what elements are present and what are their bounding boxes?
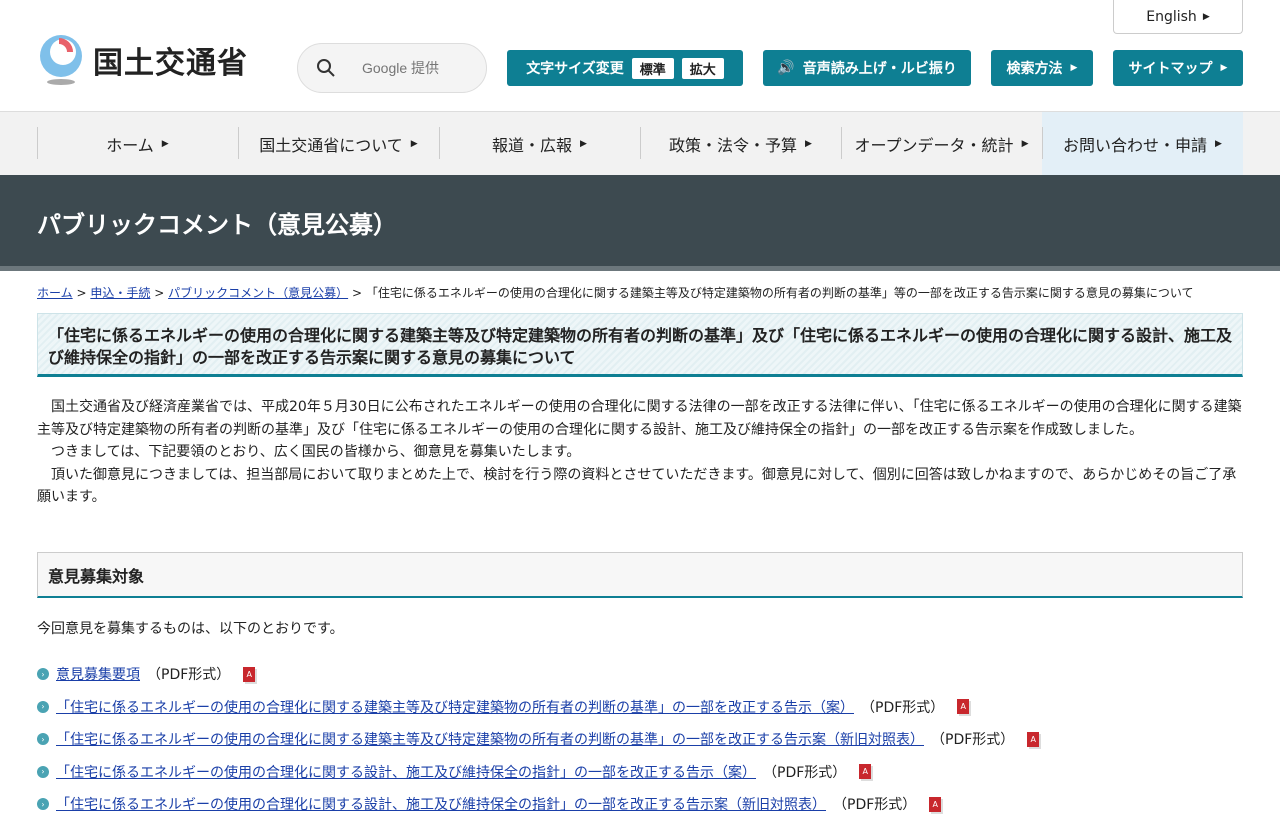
list-item: › 「住宅に係るエネルギーの使用の合理化に関する設計、施工及び維持保全の指針」の一… — [37, 756, 1039, 789]
search-method-button[interactable]: 検索方法 ▶ — [991, 50, 1093, 86]
sitemap-button[interactable]: サイトマップ ▶ — [1113, 50, 1243, 86]
chevron-bullet-icon: › — [37, 798, 49, 811]
speech-button[interactable]: 🔊 音声読み上げ・ルビ振り — [763, 50, 971, 86]
triangle-right-icon: ▶ — [1215, 138, 1222, 149]
list-item: › 「住宅に係るエネルギーの使用の合理化に関する建築主等及び特定建築物の所有者の判… — [37, 691, 1039, 724]
document-link[interactable]: 意見募集要項 — [56, 664, 140, 684]
nav-label: オープンデータ・統計 — [854, 135, 1014, 155]
nav-press[interactable]: 報道・広報 ▶ — [439, 112, 640, 175]
paragraph: 国土交通省及び経済産業省では、平成20年５月30日に公布されたエネルギーの使用の… — [37, 399, 1242, 438]
nav-label: お問い合わせ・申請 — [1063, 135, 1208, 155]
search-input[interactable] — [362, 60, 472, 76]
section-intro: 今回意見を募集するものは、以下のとおりです。 — [37, 621, 344, 637]
page-title: 「住宅に係るエネルギーの使用の合理化に関する建築主等及び特定建築物の所有者の判断… — [37, 313, 1243, 377]
triangle-right-icon: ▶ — [161, 138, 169, 149]
format-label: （PDF形式） — [861, 699, 945, 716]
paragraph: つきましては、下記要領のとおり、広く国民の皆様から、御意見を募集いたします。 — [51, 444, 581, 460]
breadcrumb-procedures[interactable]: 申込・手続 — [90, 286, 150, 300]
logo-text: 国土交通省 — [93, 46, 248, 81]
nav-opendata[interactable]: オープンデータ・統計 ▶ — [841, 112, 1042, 175]
list-item: › 「住宅に係るエネルギーの使用の合理化に関する設計、施工及び維持保全の指針」の一… — [37, 788, 1039, 821]
pdf-icon: A — [243, 666, 256, 682]
speaker-icon: 🔊 — [777, 60, 795, 76]
format-label: （PDF形式） — [931, 732, 1015, 749]
font-size-label: 文字サイズ変更 — [526, 61, 624, 77]
nav-label: 政策・法令・予算 — [669, 135, 798, 155]
breadcrumb-sep: > — [76, 286, 87, 300]
chevron-bullet-icon: › — [37, 765, 49, 778]
search-method-label: 検索方法 — [1006, 61, 1063, 77]
english-label: English — [1146, 8, 1197, 25]
english-link[interactable]: English ▶ — [1113, 0, 1243, 34]
nav-contact[interactable]: お問い合わせ・申請 ▶ — [1042, 112, 1243, 175]
triangle-right-icon: ▶ — [1070, 63, 1078, 73]
pdf-icon: A — [957, 699, 970, 715]
font-size-control: 文字サイズ変更 標準 拡大 — [507, 50, 743, 86]
triangle-right-icon: ▶ — [805, 138, 812, 149]
breadcrumb-sep: > — [154, 286, 165, 300]
triangle-right-icon: ▶ — [1021, 138, 1029, 149]
format-label: （PDF形式） — [763, 764, 847, 781]
chevron-bullet-icon: › — [37, 668, 49, 681]
pdf-icon: A — [859, 764, 872, 780]
breadcrumb-current: 「住宅に係るエネルギーの使用の合理化に関する建築主等及び特定建築物の所有者の判断… — [365, 286, 1194, 300]
nav-label: 国土交通省について — [259, 135, 403, 155]
breadcrumb-home[interactable]: ホーム — [37, 286, 73, 300]
global-nav: ホーム ▶ 国土交通省について ▶ 報道・広報 ▶ 政策・法令・予算 ▶ オープンデータ… — [0, 111, 1280, 175]
banner-title: パブリックコメント（意見公募） — [37, 211, 397, 239]
breadcrumb-sep: > — [351, 286, 362, 300]
triangle-right-icon: ▶ — [580, 138, 587, 149]
intro-text: 国土交通省及び経済産業省では、平成20年５月30日に公布されたエネルギーの使用の… — [37, 396, 1243, 509]
format-label: （PDF形式） — [833, 797, 917, 814]
nav-policy[interactable]: 政策・法令・予算 ▶ — [640, 112, 841, 175]
nav-label: 報道・広報 — [492, 135, 573, 155]
logo[interactable]: 国土交通省 — [37, 34, 248, 86]
nav-about[interactable]: 国土交通省について ▶ — [238, 112, 439, 175]
search-icon[interactable] — [316, 58, 336, 78]
list-item: › 意見募集要項 （PDF形式） A — [37, 658, 1039, 691]
mlit-logo-icon — [37, 34, 85, 86]
chevron-bullet-icon: › — [37, 733, 49, 746]
triangle-right-icon: ▶ — [410, 138, 418, 149]
chevron-bullet-icon: › — [37, 700, 49, 713]
paragraph: 頂いた御意見につきましては、担当部局において取りまとめた上で、検討を行う際の資料… — [37, 466, 1237, 506]
breadcrumb: ホーム > 申込・手続 > パブリックコメント（意見公募） > 「住宅に係るエネ… — [37, 284, 1193, 301]
font-large-button[interactable]: 拡大 — [681, 57, 724, 79]
triangle-right-icon: ▶ — [1220, 63, 1228, 73]
pdf-icon: A — [929, 796, 942, 812]
pdf-icon: A — [1027, 731, 1040, 747]
format-label: （PDF形式） — [147, 667, 231, 684]
document-link[interactable]: 「住宅に係るエネルギーの使用の合理化に関する設計、施工及び維持保全の指針」の一部… — [56, 794, 826, 814]
triangle-right-icon: ▶ — [1202, 11, 1210, 22]
font-standard-button[interactable]: 標準 — [631, 57, 674, 79]
section-heading: 意見募集対象 — [37, 552, 1243, 598]
list-item: › 「住宅に係るエネルギーの使用の合理化に関する建築主等及び特定建築物の所有者の判… — [37, 723, 1040, 756]
page-banner: パブリックコメント（意見公募） — [0, 175, 1280, 271]
search-box[interactable] — [297, 43, 487, 93]
document-link[interactable]: 「住宅に係るエネルギーの使用の合理化に関する建築主等及び特定建築物の所有者の判断… — [56, 697, 854, 717]
speech-label: 音声読み上げ・ルビ振り — [802, 61, 957, 77]
nav-label: ホーム — [106, 135, 154, 155]
breadcrumb-public-comment[interactable]: パブリックコメント（意見公募） — [168, 286, 348, 300]
document-link[interactable]: 「住宅に係るエネルギーの使用の合理化に関する設計、施工及び維持保全の指針」の一部… — [56, 762, 756, 782]
document-link[interactable]: 「住宅に係るエネルギーの使用の合理化に関する建築主等及び特定建築物の所有者の判断… — [56, 729, 924, 749]
document-list: › 意見募集要項 （PDF形式） A › 「住宅に係るエネルギーの使用の合理化に関する建… — [37, 658, 1040, 821]
sitemap-label: サイトマップ — [1128, 61, 1213, 77]
nav-home[interactable]: ホーム ▶ — [37, 112, 238, 175]
